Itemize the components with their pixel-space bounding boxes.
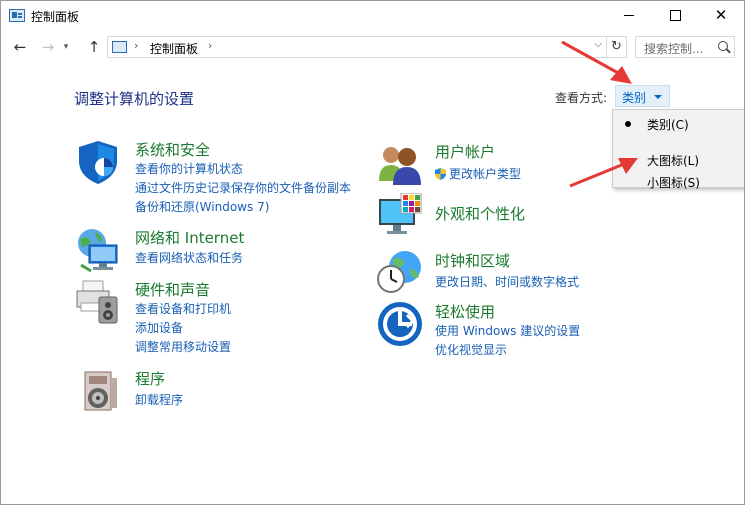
arrow-up-icon: ↑ [87, 38, 101, 56]
view-by-value[interactable]: 类别 [622, 89, 646, 106]
category-title[interactable]: 程序 [135, 368, 165, 389]
breadcrumb-separator[interactable]: › [134, 39, 138, 52]
chevron-down-icon: ▾ [63, 42, 69, 52]
maximize-icon [669, 10, 681, 21]
uac-shield-icon [435, 168, 446, 180]
radio-bullet-icon [625, 121, 631, 127]
arrow-left-icon: ← [13, 38, 27, 56]
category-clock-region: 时钟和区域 更改日期、时间或数字格式 [377, 249, 677, 297]
maximize-button[interactable] [652, 1, 698, 32]
link-backup-restore[interactable]: 备份和还原(Windows 7) [135, 198, 269, 215]
view-by-menu: 类别(C) 大图标(L) 小图标(S) [612, 109, 744, 190]
address-dropdown-icon[interactable]: ⌵ [594, 39, 602, 50]
chevron-down-icon [654, 95, 662, 99]
category-title[interactable]: 外观和个性化 [435, 203, 525, 224]
up-button[interactable]: ↑ [83, 36, 105, 58]
category-system-security: 系统和安全 查看你的计算机状态 通过文件历史记录保存你的文件备份副本 备份和还原… [75, 139, 375, 219]
menu-item-label[interactable]: 类别(C) [647, 116, 689, 133]
back-button[interactable]: ← [9, 36, 31, 58]
menu-item-category[interactable]: 类别(C) [614, 113, 743, 135]
control-panel-icon [9, 9, 25, 22]
search-box[interactable]: 搜索控制... [635, 36, 735, 58]
link-change-account-type[interactable]: 更改帐户类型 [435, 165, 521, 182]
menu-item-label[interactable]: 大图标(L) [647, 152, 699, 169]
link-windows-recommended-settings[interactable]: 使用 Windows 建议的设置 [435, 322, 580, 339]
link-view-computer-status[interactable]: 查看你的计算机状态 [135, 160, 243, 177]
menu-item-label[interactable]: 小图标(S) [647, 174, 700, 191]
breadcrumb-control-panel[interactable]: 控制面板 [150, 40, 198, 57]
link-network-status[interactable]: 查看网络状态和任务 [135, 249, 243, 266]
view-by-label: 查看方式: [555, 91, 608, 105]
link-change-date-time-format[interactable]: 更改日期、时间或数字格式 [435, 273, 579, 290]
link-uninstall-program[interactable]: 卸载程序 [135, 391, 183, 408]
view-by-dropdown[interactable]: 类别 [615, 85, 670, 107]
category-title[interactable]: 硬件和声音 [135, 279, 210, 300]
category-hardware-sound: 硬件和声音 查看设备和打印机 添加设备 调整常用移动设置 [75, 279, 375, 359]
programs-disc-icon[interactable] [75, 368, 121, 414]
address-bar[interactable]: › 控制面板 › ⌵ [107, 36, 607, 58]
breadcrumb-separator[interactable]: › [208, 39, 212, 52]
search-icon [718, 41, 728, 51]
users-icon[interactable] [377, 141, 423, 187]
recent-locations-button[interactable]: ▾ [59, 36, 73, 58]
forward-button[interactable]: → [37, 36, 59, 58]
navigation-bar: ← → ▾ ↑ › 控制面板 › ⌵ ↻ 搜索控制... [1, 34, 744, 62]
page-title: 调整计算机的设置 [74, 90, 195, 108]
clock-globe-icon[interactable] [377, 249, 423, 295]
printer-speaker-icon[interactable] [75, 279, 121, 325]
menu-item-small-icons[interactable]: 小图标(S) [614, 171, 743, 193]
search-input[interactable]: 搜索控制... [644, 40, 703, 57]
control-panel-window: 控制面板 ✕ ← → ▾ ↑ › 控制面板 › ⌵ ↻ 搜索控制... 调整计算… [0, 0, 745, 505]
link-label[interactable]: 更改帐户类型 [449, 167, 521, 181]
category-appearance: 外观和个性化 [377, 193, 677, 241]
minimize-button[interactable] [606, 1, 652, 32]
refresh-button[interactable]: ↻ [607, 36, 627, 58]
refresh-icon: ↻ [611, 39, 622, 54]
category-title[interactable]: 时钟和区域 [435, 250, 510, 271]
link-optimize-visual-display[interactable]: 优化视觉显示 [435, 341, 507, 358]
category-title[interactable]: 网络和 Internet [135, 227, 244, 248]
ease-of-access-icon[interactable] [377, 301, 423, 347]
menu-item-large-icons[interactable]: 大图标(L) [614, 149, 743, 171]
link-file-history-backup[interactable]: 通过文件历史记录保存你的文件备份副本 [135, 179, 351, 196]
monitor-palette-icon[interactable] [377, 193, 423, 239]
category-network-internet: 网络和 Internet 查看网络状态和任务 [75, 227, 375, 277]
link-devices-printers[interactable]: 查看设备和打印机 [135, 300, 231, 317]
category-programs: 程序 卸载程序 [75, 368, 375, 418]
close-button[interactable]: ✕ [698, 1, 744, 32]
link-mobility-settings[interactable]: 调整常用移动设置 [135, 338, 231, 355]
category-title[interactable]: 轻松使用 [435, 301, 495, 322]
shield-icon[interactable] [75, 139, 121, 185]
close-icon: ✕ [714, 6, 728, 24]
arrow-right-icon: → [41, 38, 55, 56]
control-panel-icon [112, 41, 127, 53]
link-add-device[interactable]: 添加设备 [135, 319, 183, 336]
title-bar: 控制面板 ✕ [1, 1, 744, 32]
window-title: 控制面板 [31, 10, 80, 24]
minimize-icon [624, 15, 634, 16]
network-globe-icon[interactable] [75, 227, 121, 273]
category-title[interactable]: 系统和安全 [135, 139, 210, 160]
category-title[interactable]: 用户帐户 [435, 141, 495, 162]
category-ease-of-access: 轻松使用 使用 Windows 建议的设置 优化视觉显示 [377, 301, 677, 361]
